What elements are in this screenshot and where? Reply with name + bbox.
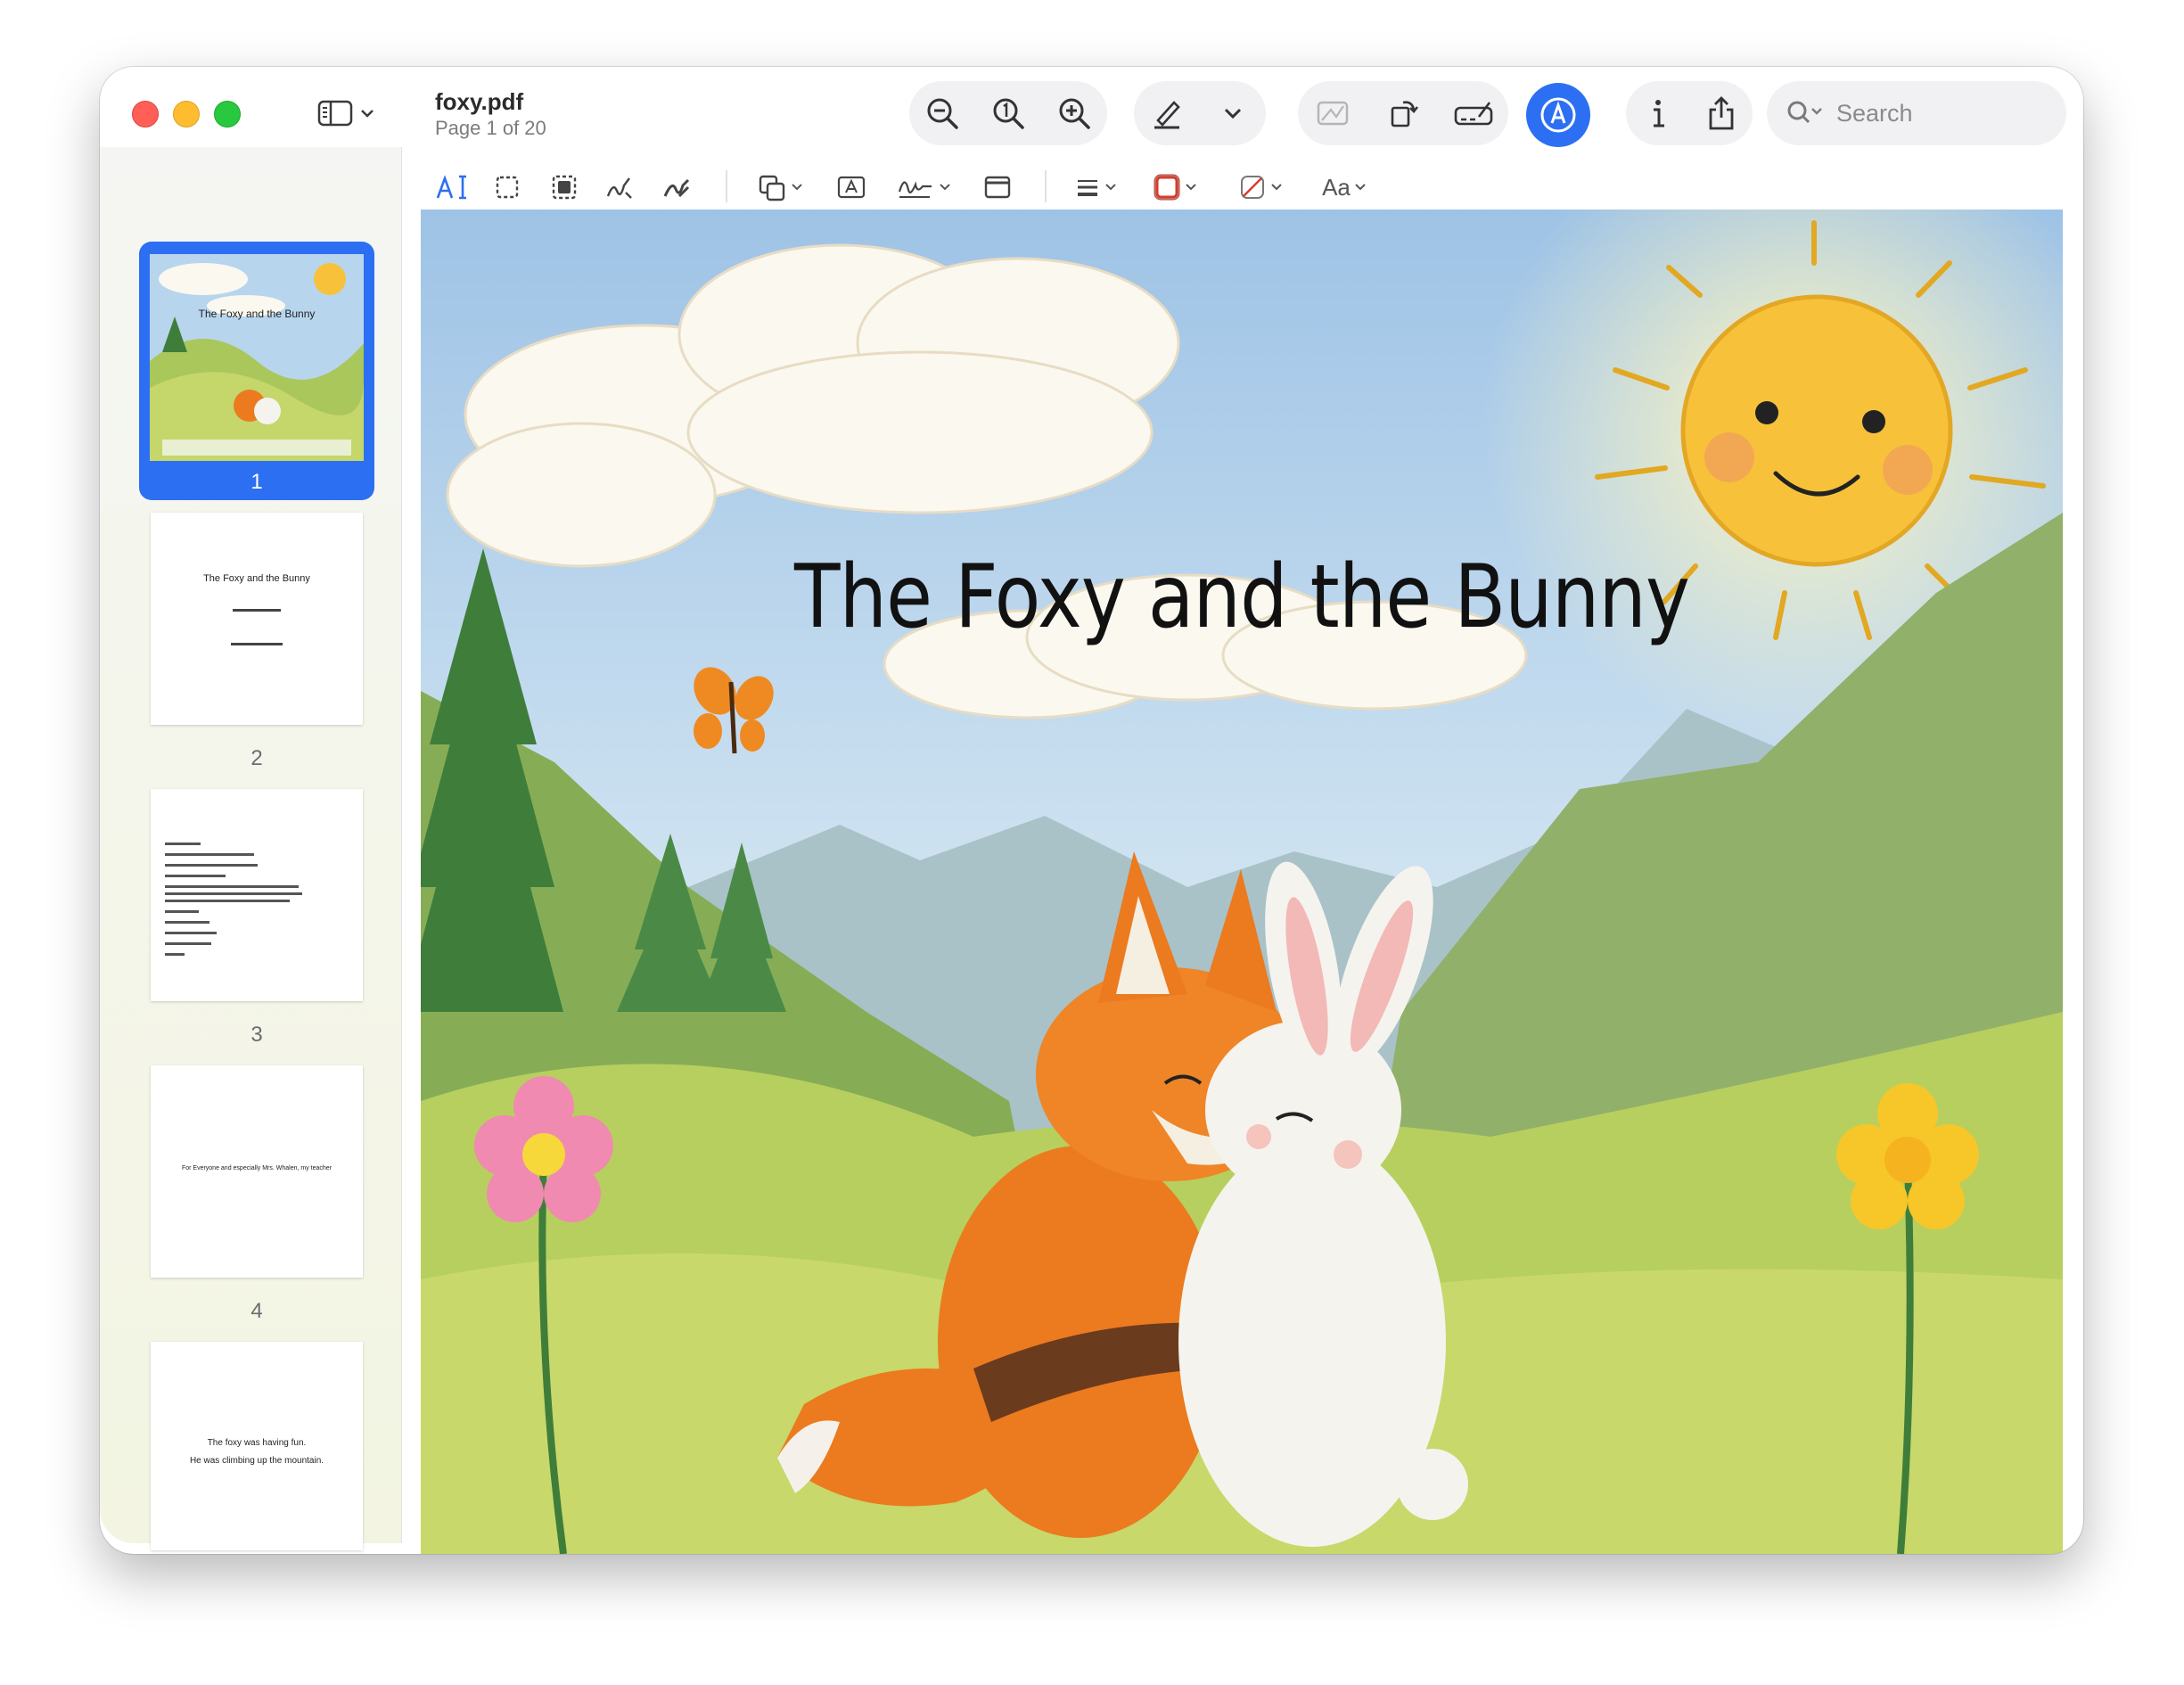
minimize-window-button[interactable] [173,101,200,127]
actual-size-button[interactable] [983,88,1033,138]
search-placeholder: Search [1836,99,1913,127]
fill-color-icon [1241,176,1264,199]
border-color-tool[interactable] [1141,165,1209,210]
thumbnail-cover-title: The Foxy and the Bunny [198,308,316,320]
text-box-icon [837,176,866,199]
thumbnail-number: 4 [250,1299,263,1323]
chevron-down-icon [361,110,374,118]
highlight-button[interactable] [1142,88,1192,138]
info-share-controls [1626,81,1753,145]
window-icon [984,176,1011,199]
cover-thumbnail-image [150,254,364,461]
toolbar-separator [1045,170,1047,202]
thumbnail-sidebar[interactable]: The Foxy and the Bunny 1 The Foxy and th… [100,147,402,1550]
actual-size-icon [993,98,1024,129]
text-style-tool[interactable]: Aa [1310,165,1378,210]
chevron-down-icon [1186,184,1196,191]
crop-icon [1318,101,1349,126]
sketch-icon [606,177,632,199]
thumbnail-page-1[interactable]: The Foxy and the Bunny [150,254,364,461]
thumbnail-number: 1 [250,470,263,494]
rectangular-selection-tool[interactable] [483,165,531,210]
draw-icon [663,178,690,198]
page-indicator: Page 1 of 20 [435,117,546,139]
info-button[interactable] [1633,88,1683,138]
rotate-icon [1391,101,1418,127]
form-fill-button[interactable] [1449,88,1498,138]
text-style-label: Aa [1322,173,1351,201]
redact-icon [552,175,577,200]
text-box-tool[interactable] [827,165,875,210]
info-icon [1653,100,1664,127]
thumbnail-text-line [231,643,283,645]
share-button[interactable] [1696,88,1746,138]
share-icon [1709,96,1733,130]
signature-icon [898,181,932,198]
shapes-tool[interactable] [749,165,811,210]
sketch-tool[interactable] [595,165,644,210]
thumbnail-page-line: He was climbing up the mountain. [189,1456,324,1466]
line-style-icon [1078,180,1097,196]
copyright-text-lines [165,842,302,956]
zoom-out-button[interactable] [917,88,967,138]
thumbnail-page-4[interactable]: For Everyone and especially Mrs. Whalen,… [151,1065,363,1278]
preview-window: The Foxy and the Bunny 1 The Foxy and th… [100,67,2083,1554]
sidebar-icon [317,100,353,127]
toolbar-separator [726,170,727,202]
cover-illustration [421,210,2063,1554]
text-selection-tool[interactable] [428,165,476,210]
edit-controls [1298,81,1508,145]
thumbnail-page-line: The foxy was having fun. [207,1438,307,1448]
thumbnail-number: 3 [250,1023,263,1047]
pdf-page[interactable]: The Foxy and the Bunny [421,210,2063,1554]
chevron-down-icon [940,184,950,191]
rotate-button[interactable] [1378,88,1428,138]
highlighter-icon [1154,101,1180,129]
fullscreen-window-button[interactable] [214,101,241,127]
markup-icon [1540,97,1576,133]
document-title: foxy.pdf [435,88,524,115]
markup-toolbar-button[interactable] [1526,83,1590,147]
chevron-down-icon [792,184,802,191]
page-cover-title: The Foxy and the Bunny [793,547,1690,648]
form-filling-icon [1454,102,1492,126]
thumbnail-page-3[interactable] [151,789,363,1001]
search-icon [1787,101,1822,124]
thumbnail-title-text: The Foxy and the Bunny [203,573,310,584]
thumbnail-text-line [233,609,281,612]
line-style-tool[interactable] [1063,165,1129,210]
text-selection-icon [436,175,466,200]
search-field[interactable]: Search [1767,81,2066,145]
redact-tool[interactable] [540,165,588,210]
thumbnail-page-5[interactable]: The foxy was having fun. He was climbing… [151,1342,363,1550]
thumbnail-page-2[interactable]: The Foxy and the Bunny [151,513,363,725]
rectangular-selection-icon [496,176,519,199]
zoom-controls [909,81,1107,145]
chevron-down-icon [1224,108,1242,119]
shapes-icon [759,175,785,201]
close-window-button[interactable] [132,101,159,127]
border-color-icon [1154,174,1180,201]
thumbnail-dedication-text: For Everyone and especially Mrs. Whalen,… [181,1165,333,1171]
sidebar-toggle-button[interactable] [317,97,380,129]
crop-button[interactable] [1308,88,1358,138]
thumbnail-number: 2 [250,746,263,770]
highlight-menu-button[interactable] [1208,88,1258,138]
highlight-controls [1134,81,1266,145]
zoom-in-button[interactable] [1049,88,1099,138]
fill-color-tool[interactable] [1227,165,1294,210]
chevron-down-icon [1355,184,1366,191]
chevron-down-icon [1271,184,1282,191]
zoom-out-icon [927,98,958,129]
signature-tool[interactable] [888,165,959,210]
draw-tool[interactable] [653,165,701,210]
zoom-in-icon [1059,98,1090,129]
chevron-down-icon [1105,184,1116,191]
page-layout-tool[interactable] [973,165,1022,210]
